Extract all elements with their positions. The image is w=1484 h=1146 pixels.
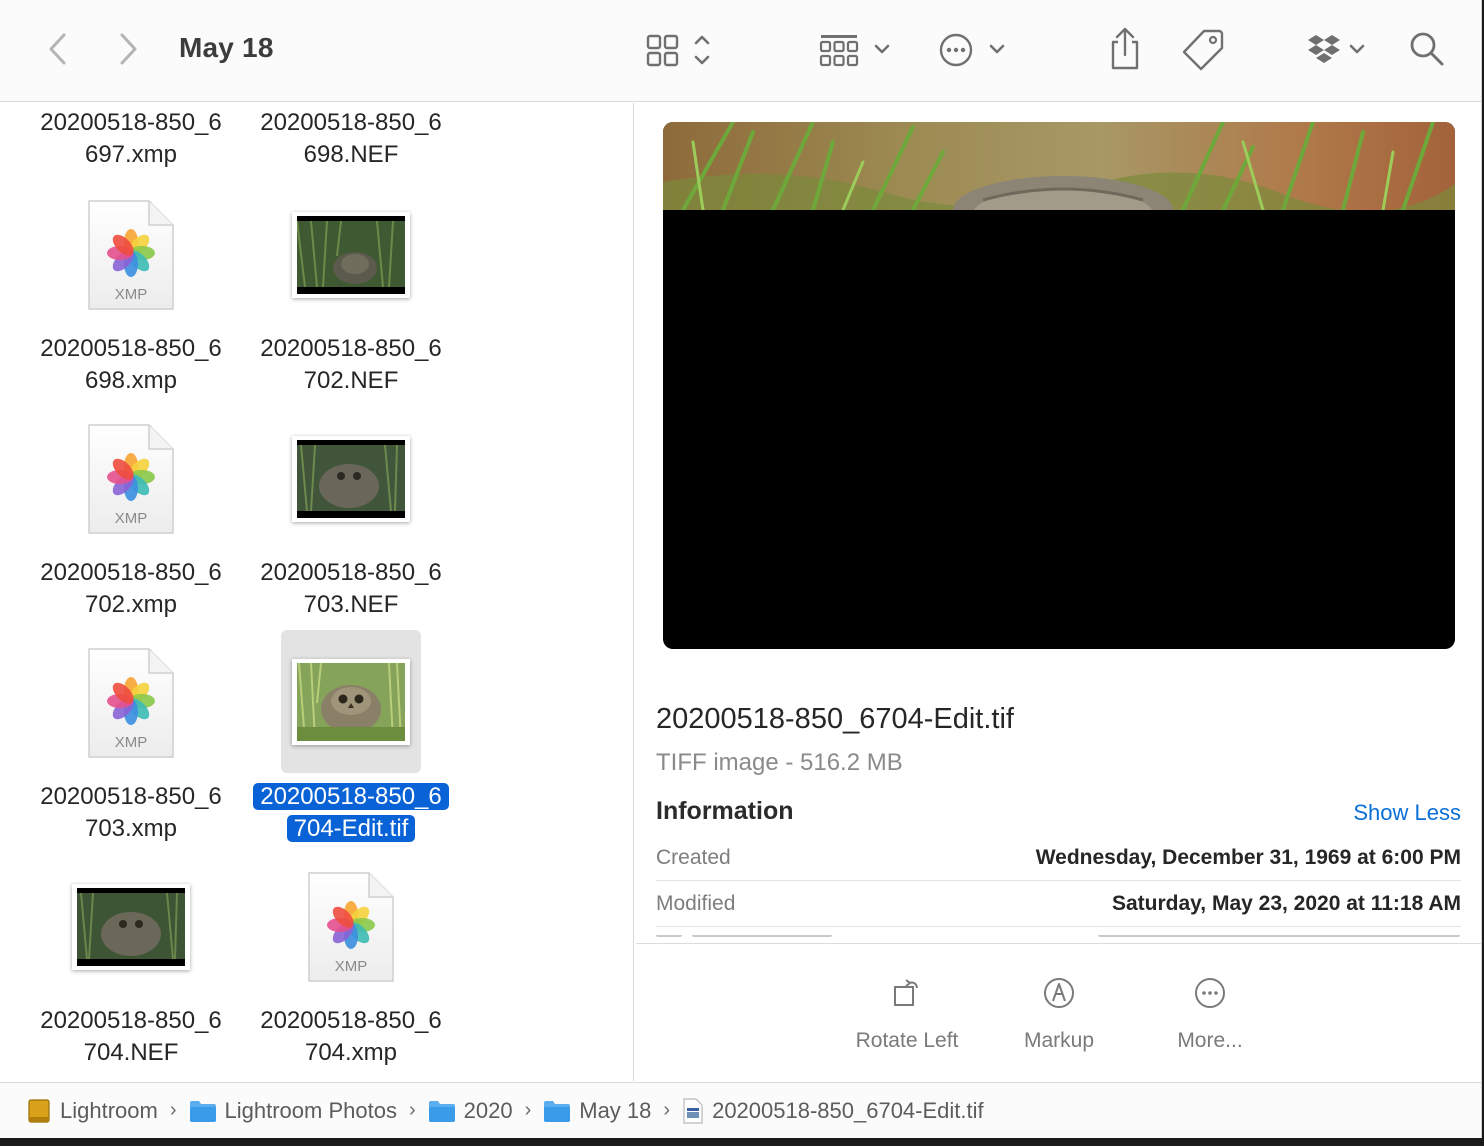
chevron-right-icon [116,31,140,67]
photo-thumbnail [292,658,410,745]
folder-icon [543,1099,571,1123]
info-value: Wednesday, December 31, 1969 at 6:00 PM [1035,845,1461,869]
file-thumbnail [61,857,201,997]
path-separator: › [663,1099,671,1121]
action-ellipsis-icon [933,30,1009,70]
path-crumb-label: Lightroom [60,1097,158,1123]
path-crumb-2020[interactable]: 2020 [428,1098,513,1124]
folder-icon [428,1099,456,1123]
file-name: 20200518-850_6 704.xmp [260,1007,442,1066]
markup-button[interactable]: Markup [989,973,1129,1053]
file-thumbnail: XMP [61,633,201,773]
path-crumb-label: 20200518-850_6704-Edit.tif [712,1097,984,1123]
search-icon [1407,29,1447,69]
path-crumb-file[interactable]: 20200518-850_6704-Edit.tif [682,1098,984,1124]
group-button[interactable] [812,28,896,72]
rotate-left-button[interactable]: Rotate Left [837,973,977,1053]
preview-image-strip [663,122,1455,210]
file-name: 20200518-850_6 698.NEF [260,109,442,168]
back-button[interactable] [38,28,78,70]
file-name: 20200518-850_6 702.NEF [260,335,442,394]
more-label: More... [1177,1029,1243,1052]
finder-window: May 18 20200518-850_6 697.xmp 20200518-8… [0,0,1482,1138]
path-separator: › [524,1099,532,1121]
file-name: 20200518-850_6 698.xmp [40,335,222,394]
file-name: 20200518-850_6 697.xmp [40,109,222,168]
file-grid[interactable]: 20200518-850_6 697.xmp 20200518-850_6 698.… [0,103,634,1081]
file-thumbnail [281,409,421,549]
file-name: 20200518-850_6 704.NEF [40,1007,222,1066]
xmp-badge: XMP [334,958,368,975]
file-thumbnail: XMP [281,857,421,997]
info-row-clipped [656,935,1461,943]
preview-filename: 20200518-850_6704-Edit.tif [656,703,1014,735]
preview-image [663,122,1455,649]
xmp-document-icon: XMP [87,646,175,760]
info-value: Saturday, May 23, 2020 at 11:18 AM [1111,891,1461,915]
file-name: 20200518-850_6 702.xmp [40,559,222,618]
file-thumbnail: XMP [61,409,201,549]
photo-thumbnail [72,884,190,970]
file-thumbnail [281,630,421,773]
view-mode-button[interactable] [636,28,720,72]
photo-thumbnail [292,212,410,298]
more-button[interactable]: More... [1140,973,1280,1053]
path-crumb-label: Lightroom Photos [224,1097,397,1123]
info-row-modified: Modified Saturday, May 23, 2020 at 11:18… [656,881,1461,927]
share-button[interactable] [1102,24,1148,74]
path-crumb-label: May 18 [579,1097,652,1123]
grid-view-icon [638,30,718,70]
info-row-created: Created Wednesday, December 31, 1969 at … [656,835,1461,881]
markup-label: Markup [1023,1029,1095,1052]
file-thumbnail: XMP [61,185,201,325]
xmp-document-icon: XMP [87,198,175,312]
window-title: May 18 [179,32,274,63]
dropbox-button[interactable] [1296,28,1370,72]
group-icon [814,30,894,70]
tag-button[interactable] [1178,24,1228,74]
tiff-file-icon [682,1097,704,1124]
divider [636,943,1481,944]
xmp-badge: XMP [114,734,148,751]
path-crumb-lightroom[interactable]: Lightroom [26,1098,158,1124]
rotate-left-icon [837,973,977,1013]
tag-icon [1180,26,1226,72]
action-button[interactable] [932,28,1010,72]
path-crumb-may-18[interactable]: May 18 [543,1098,651,1124]
path-crumb-label: 2020 [463,1097,513,1123]
path-separator: › [408,1099,416,1121]
dropbox-icon [1297,30,1369,70]
rotate-left-label: Rotate Left [855,1029,959,1052]
xmp-document-icon: XMP [87,422,175,536]
path-crumb-lightroom-photos[interactable]: Lightroom Photos [189,1098,397,1124]
path-separator: › [169,1099,177,1121]
show-less-link[interactable]: Show Less [1353,800,1461,826]
forward-button[interactable] [108,28,148,70]
toolbar: May 18 [0,0,1481,102]
file-name: 20200518-850_6 703.NEF [260,559,442,618]
file-name: 20200518-850_6 703.xmp [40,783,222,842]
preview-pane: 20200518-850_6704-Edit.tif TIFF image - … [636,103,1481,1081]
information-heading: Information [656,797,794,825]
drive-icon [26,1098,52,1124]
path-bar: Lightroom › Lightroom Photos › 2020 › Ma… [0,1082,1481,1138]
file-thumbnail [281,185,421,325]
folder-icon [189,1099,217,1123]
more-ellipsis-icon [1140,973,1280,1013]
info-key: Modified [656,891,736,915]
share-icon [1105,26,1145,72]
search-button[interactable] [1402,24,1452,74]
chevron-left-icon [46,31,70,67]
xmp-document-icon: XMP [307,870,395,984]
photo-thumbnail [292,436,410,522]
preview-kind-size: TIFF image - 516.2 MB [656,749,903,776]
xmp-badge: XMP [114,286,148,303]
xmp-badge: XMP [114,510,148,527]
markup-icon [989,973,1129,1013]
info-key: Created [656,845,731,869]
file-name: 20200518-850_6 704-Edit.tif [241,781,461,845]
